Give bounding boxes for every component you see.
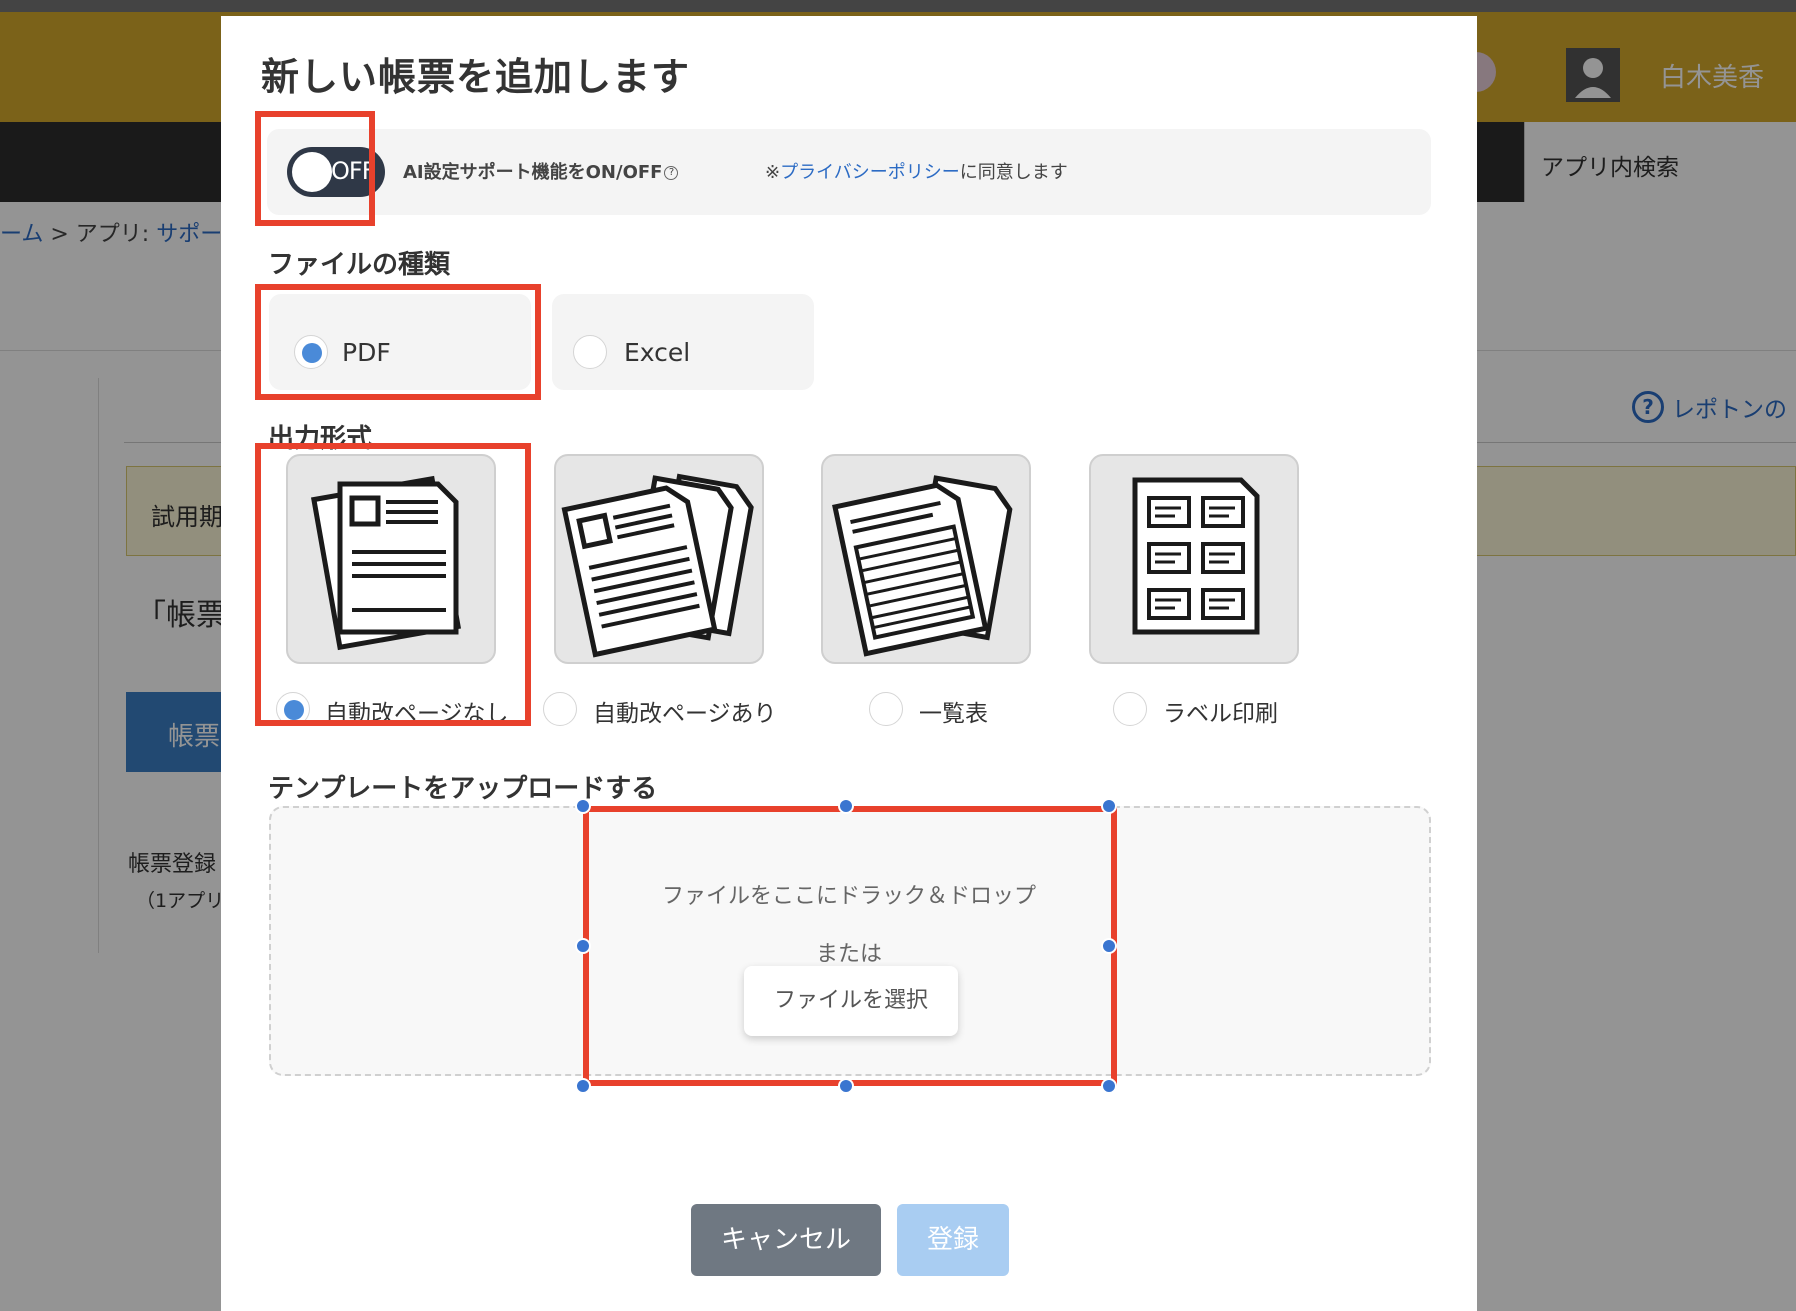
label-sheet-icon <box>1132 477 1260 635</box>
resize-handle[interactable] <box>838 798 854 814</box>
format-tile-label[interactable] <box>1089 454 1299 664</box>
browser-strip <box>0 0 1796 12</box>
resize-handle[interactable] <box>1101 938 1117 954</box>
resize-handle[interactable] <box>575 1078 591 1094</box>
ai-support-label: AI設定サポート機能をON/OFF? <box>403 158 679 184</box>
highlight-ai-toggle <box>255 111 375 226</box>
help-icon[interactable]: ? <box>664 166 679 180</box>
format-tile-autopage[interactable] <box>554 454 764 664</box>
file-type-heading: ファイルの種類 <box>268 250 451 280</box>
highlight-pdf-option <box>255 284 541 400</box>
list-document-icon <box>832 475 1013 657</box>
multi-document-icon <box>561 473 754 658</box>
autopage-radio[interactable] <box>543 692 577 726</box>
privacy-prefix: ※ <box>765 162 781 183</box>
label-print-label: ラベル印刷 <box>1163 701 1278 727</box>
privacy-suffix: に同意します <box>959 162 1068 183</box>
highlight-drop-zone <box>583 806 1117 1086</box>
dialog-title: 新しい帳票を追加します <box>261 55 691 99</box>
resize-handle[interactable] <box>1101 1078 1117 1094</box>
highlight-no-autopage <box>255 443 531 726</box>
autopage-label: 自動改ページあり <box>593 701 777 727</box>
resize-handle[interactable] <box>1101 798 1117 814</box>
privacy-consent: ※プライバシーポリシーに同意します <box>765 158 1068 184</box>
resize-handle[interactable] <box>575 798 591 814</box>
register-button[interactable]: 登録 <box>897 1204 1009 1276</box>
cancel-button[interactable]: キャンセル <box>691 1204 881 1276</box>
add-report-dialog: 新しい帳票を追加します OFF AI設定サポート機能をON/OFF? ※プライバ… <box>221 16 1477 1311</box>
excel-label: Excel <box>624 338 691 367</box>
resize-handle[interactable] <box>838 1078 854 1094</box>
resize-handle[interactable] <box>575 938 591 954</box>
ai-support-label-text: AI設定サポート機能をON/OFF <box>403 162 663 183</box>
upload-heading: テンプレートをアップロードする <box>268 774 658 804</box>
label-print-radio[interactable] <box>1113 692 1147 726</box>
list-radio[interactable] <box>869 692 903 726</box>
format-tile-list[interactable] <box>821 454 1031 664</box>
privacy-policy-link[interactable]: プライバシーポリシー <box>780 162 960 183</box>
list-label: 一覧表 <box>919 701 988 727</box>
excel-radio[interactable] <box>573 335 607 369</box>
